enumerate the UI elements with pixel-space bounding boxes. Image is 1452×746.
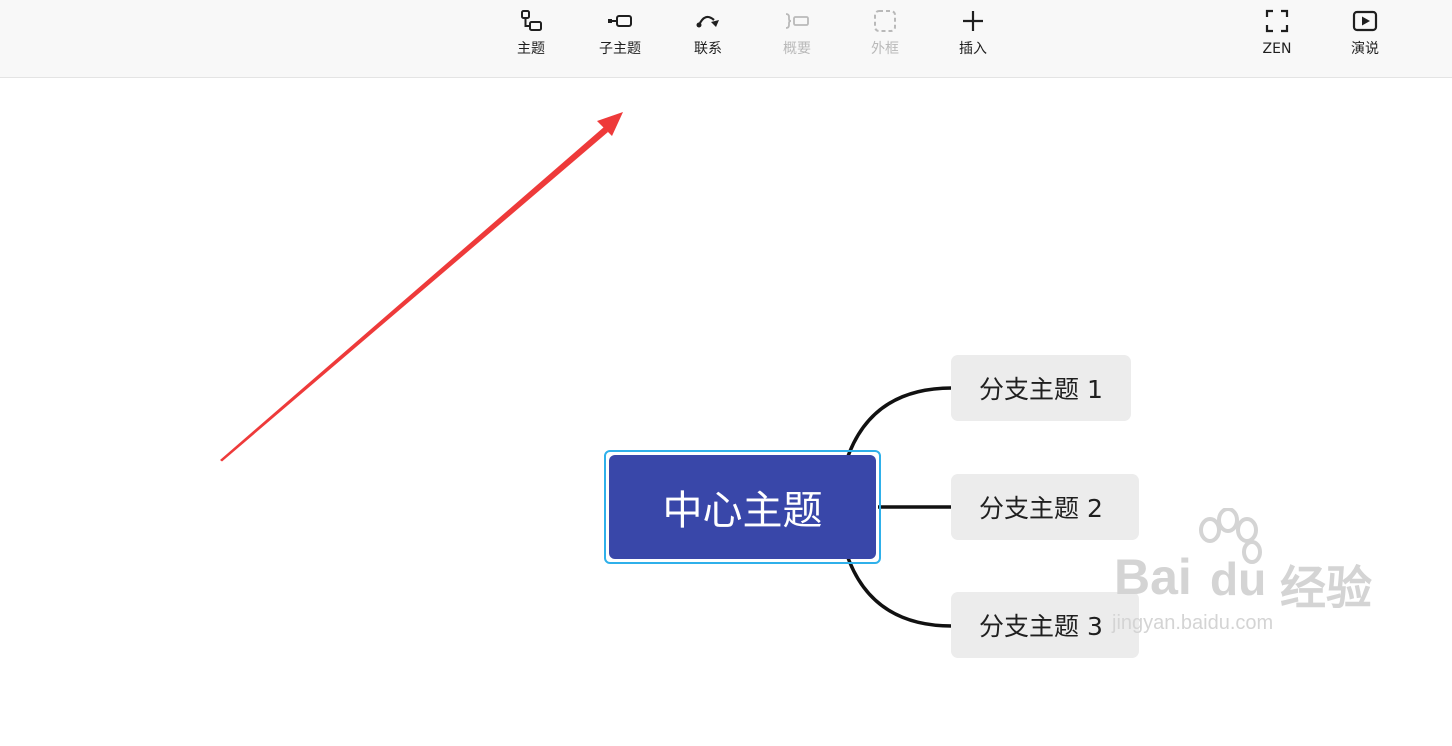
subtopic-button[interactable]: 子主题 [585, 8, 655, 68]
play-icon [1352, 10, 1378, 32]
branch-topic-2[interactable]: 分支主题 2 [951, 474, 1139, 540]
topic-icon [521, 10, 542, 31]
insert-button[interactable]: 插入 [938, 8, 1008, 68]
topic-label: 主题 [517, 41, 545, 57]
boundary-icon [874, 10, 896, 32]
presentation-button[interactable]: 演说 [1330, 8, 1400, 68]
boundary-button[interactable]: 外框 [850, 8, 920, 68]
subtopic-label: 子主题 [599, 41, 641, 57]
branch-topic-3[interactable]: 分支主题 3 [951, 592, 1139, 658]
branch-topic-label: 分支主题 3 [979, 612, 1103, 641]
boundary-label: 外框 [871, 41, 899, 57]
relationship-label: 联系 [694, 41, 722, 57]
central-topic-label: 中心主题 [662, 488, 823, 534]
toolbar: 主题 子主题 联系 概要 外框 插入 ZEN 演说 [0, 0, 1452, 78]
topic-button[interactable]: 主题 [496, 8, 566, 68]
fullscreen-icon [1265, 9, 1289, 33]
summary-icon [785, 13, 809, 29]
relationship-button[interactable]: 联系 [673, 8, 743, 68]
summary-label: 概要 [783, 41, 811, 57]
branch-topic-label: 分支主题 1 [979, 375, 1103, 404]
branch-topic-label: 分支主题 2 [979, 494, 1103, 523]
subtopic-icon [608, 15, 632, 27]
zen-label: ZEN [1262, 41, 1292, 57]
presentation-label: 演说 [1351, 41, 1379, 57]
branch-connectors [844, 386, 953, 628]
mindmap-canvas[interactable]: 中心主题 分支主题 1 分支主题 2 分支主题 3 [0, 78, 1452, 746]
relationship-icon [696, 15, 719, 28]
plus-icon [963, 11, 983, 31]
insert-label: 插入 [959, 41, 987, 57]
summary-button[interactable]: 概要 [762, 8, 832, 68]
branch-topic-1[interactable]: 分支主题 1 [951, 355, 1131, 421]
central-topic[interactable]: 中心主题 [609, 455, 876, 559]
zen-button[interactable]: ZEN [1242, 8, 1312, 68]
